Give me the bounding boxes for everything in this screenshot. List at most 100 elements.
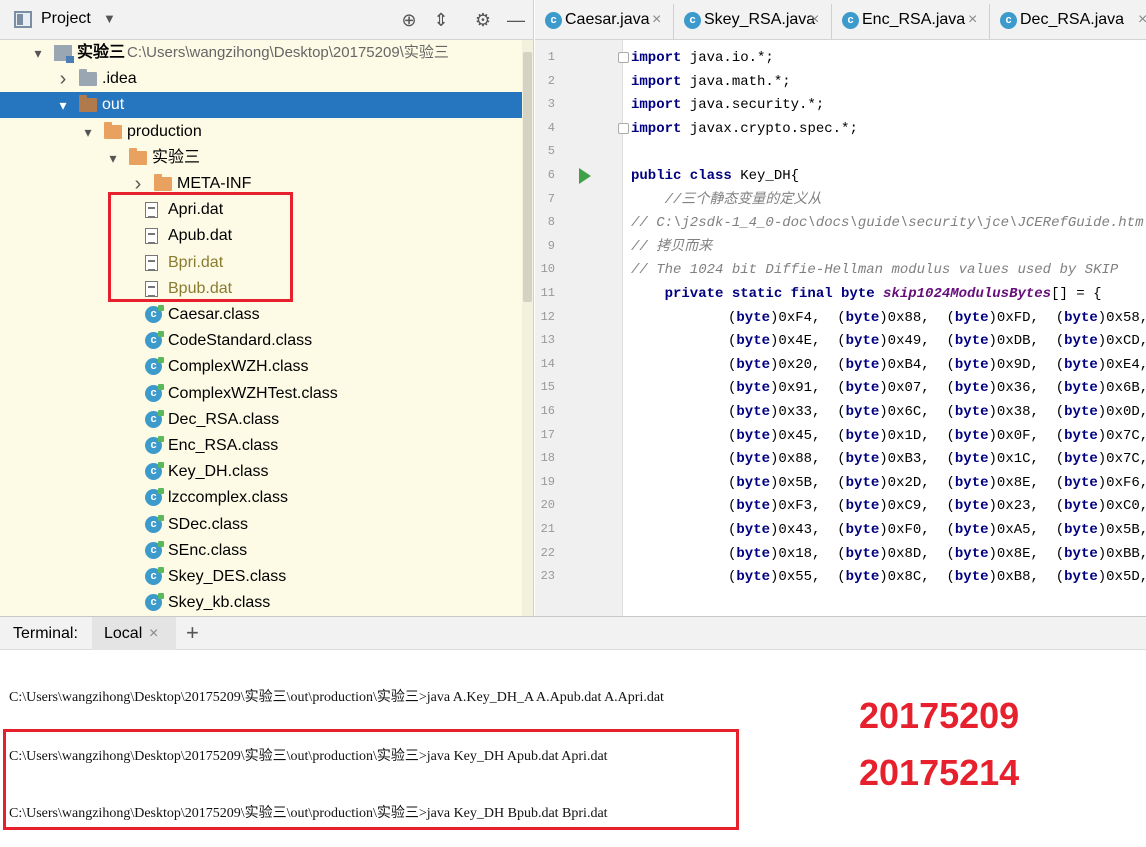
class-icon: c — [145, 488, 164, 507]
keyword-byte: byte — [1064, 545, 1098, 562]
byte-value: 0x1C — [996, 451, 1031, 468]
byte-value: 0x33 — [778, 404, 813, 420]
minimize-icon[interactable]: — — [504, 8, 528, 32]
line-number: 8 — [547, 215, 555, 230]
code-line: (byte)0x91, (byte)0x07, (byte)0x36, (byt… — [728, 380, 1146, 397]
import-path: java.math.*; — [681, 73, 791, 90]
keyword-byte: byte — [845, 356, 880, 373]
scrollbar-thumb[interactable] — [523, 52, 532, 302]
keyword-import: import — [631, 120, 682, 137]
tree-item[interactable]: c ComplexWZHTest.class — [0, 381, 522, 407]
tree-item-label: out — [102, 96, 125, 114]
import-path: javax.crypto.spec.*; — [681, 120, 858, 137]
byte-value: 0x2D — [887, 474, 922, 491]
keyword-byte: byte — [954, 474, 989, 491]
keyword-byte: byte — [1064, 404, 1098, 420]
tree-item[interactable]: c ComplexWZH.class — [0, 354, 522, 380]
tree-item[interactable]: c SEnc.class — [0, 538, 522, 564]
keyword-byte: byte — [845, 333, 880, 350]
run-icon[interactable] — [579, 168, 591, 184]
chevron-right-icon[interactable]: › — [56, 66, 70, 92]
line-number: 9 — [547, 238, 555, 253]
tree-item[interactable]: c Dec_RSA.class — [0, 407, 522, 433]
tree-item[interactable]: ▾ production — [0, 119, 522, 145]
class-icon: c — [145, 540, 164, 559]
gear-icon[interactable]: ⚙ — [471, 8, 495, 32]
editor-tab[interactable]: c Enc_RSA.java × — [832, 4, 990, 39]
tree-item[interactable]: ▾ 实验三 — [0, 145, 522, 171]
keyword-byte: byte — [954, 427, 989, 444]
terminal-tab-local[interactable]: Local × — [92, 617, 176, 650]
tree-item[interactable]: c lzccomplex.class — [0, 485, 522, 511]
close-icon[interactable]: × — [652, 4, 661, 36]
tree-item[interactable]: c SDec.class — [0, 512, 522, 538]
class-icon: c — [145, 593, 164, 612]
byte-value: 0x8E — [996, 545, 1031, 562]
tree-item-label: production — [127, 122, 202, 140]
keyword-byte: byte — [1064, 522, 1098, 538]
class-icon: c — [145, 567, 164, 585]
line-number: 2 — [547, 73, 555, 88]
tree-item[interactable]: c Key_DH.class — [0, 459, 522, 485]
editor-tab[interactable]: c Skey_RSA.java × — [674, 4, 832, 39]
tree-item[interactable]: › .idea — [0, 66, 522, 92]
class-icon: c — [684, 12, 701, 29]
add-terminal-icon[interactable]: + — [186, 620, 199, 646]
editor-tab[interactable]: cDec_RSA.java × — [990, 4, 1146, 39]
byte-value: 0x1D — [887, 427, 922, 444]
editor-tab[interactable]: c Caesar.java × — [535, 4, 674, 39]
tree-item[interactable]: c Enc_RSA.class — [0, 433, 522, 459]
code-line: import javax.crypto.spec.*; — [631, 117, 858, 141]
keyword-byte: byte — [954, 451, 989, 468]
keyword-byte: byte — [845, 498, 880, 515]
code-horizontal-scroll-area[interactable] — [623, 586, 1146, 616]
keyword-byte: byte — [845, 569, 880, 586]
keyword-byte: byte — [736, 333, 771, 350]
close-icon[interactable]: × — [968, 4, 977, 36]
keyword-byte: byte — [1064, 569, 1098, 586]
tree-item[interactable]: c Skey_DES.class — [0, 564, 522, 590]
byte-value: 0x8D — [887, 545, 922, 562]
tree-item[interactable]: c Caesar.class — [0, 302, 522, 328]
project-panel-title[interactable]: Project — [41, 10, 91, 28]
keyword-byte: byte — [1064, 309, 1098, 326]
keyword-byte: byte — [845, 380, 880, 397]
close-icon[interactable]: × — [810, 4, 819, 36]
tree-item[interactable]: c CodeStandard.class — [0, 328, 522, 354]
code-area[interactable]: import java.io.*; import java.math.*; impo… — [631, 40, 1146, 586]
tree-item[interactable]: ▾ out — [0, 92, 522, 119]
close-icon[interactable]: × — [149, 625, 158, 643]
byte-value: 0x55 — [778, 569, 813, 586]
byte-value: 0x23 — [996, 498, 1031, 515]
terminal-header: Terminal: Local × + — [0, 616, 1146, 650]
class-icon: c — [145, 409, 164, 428]
chevron-down-icon[interactable]: ▾ — [81, 119, 95, 145]
keyword-byte: byte — [736, 427, 771, 444]
tree-item[interactable]: c Skey_kb.class — [0, 590, 522, 616]
line-number: 13 — [540, 333, 555, 348]
byte-value: 0x0D — [1106, 404, 1140, 420]
byte-value: 0x36 — [996, 380, 1031, 397]
keyword-byte: byte — [954, 356, 989, 373]
byte-value: 0xA5 — [996, 522, 1031, 538]
project-tree[interactable]: ▾ 实验三 C:\Users\wangzihong\Desktop\20175209… — [0, 40, 522, 616]
close-icon[interactable]: × — [1138, 4, 1146, 36]
tree-item[interactable]: ▾ 实验三 C:\Users\wangzihong\Desktop\20175209… — [0, 40, 522, 66]
chevron-down-icon[interactable]: ▾ — [106, 145, 120, 171]
class-icon: c — [145, 383, 164, 402]
fold-icon[interactable] — [618, 122, 629, 134]
chevron-down-icon[interactable]: ▼ — [103, 11, 116, 26]
chevron-down-icon[interactable]: ▾ — [31, 40, 45, 66]
keyword-byte: byte — [1064, 333, 1098, 350]
tab-label: Skey_RSA.java — [704, 11, 816, 28]
locate-icon[interactable]: ⊕ — [397, 8, 421, 32]
tree-item-label: lzccomplex.class — [168, 489, 289, 507]
code-text: // The 1024 bit Diffie-Hellman modulus v… — [631, 262, 1119, 279]
byte-value: 0x91 — [778, 380, 813, 397]
fold-icon[interactable] — [618, 52, 629, 63]
tree-item-label: 实验三 — [152, 148, 201, 166]
chevron-down-icon[interactable]: ▾ — [56, 92, 70, 118]
tab-label: Dec_RSA.java — [1020, 11, 1125, 28]
tree-scrollbar[interactable] — [522, 40, 533, 616]
collapse-all-icon[interactable]: ⇕ — [429, 8, 453, 32]
